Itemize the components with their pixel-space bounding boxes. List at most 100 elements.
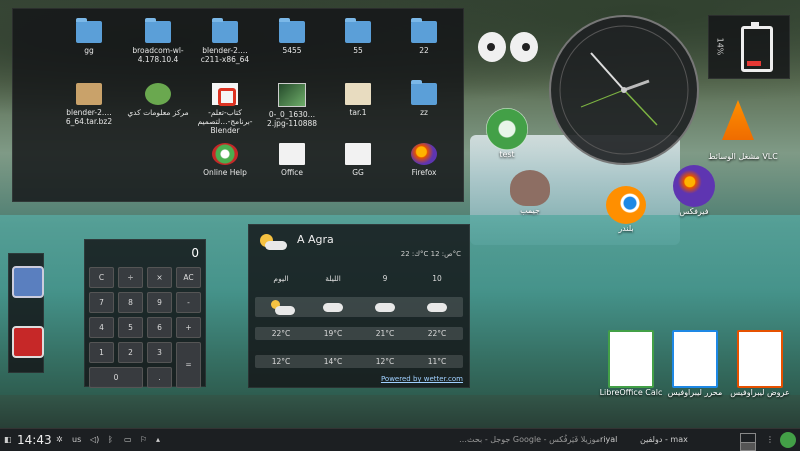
network-icon[interactable]: ✲	[56, 429, 63, 451]
weather-day-label: 10	[432, 274, 442, 283]
weather-provider-link[interactable]: Powered by wetter.com	[381, 375, 463, 383]
battery-widget[interactable]: 14%	[708, 15, 790, 79]
text-file-icon	[345, 143, 371, 165]
bluetooth-icon[interactable]: ᛒ	[108, 429, 113, 451]
image-icon	[278, 83, 306, 107]
folder-icon	[411, 18, 437, 43]
clock-minute-hand	[590, 52, 625, 91]
weather-high: 22°C	[427, 329, 447, 338]
session-widget	[8, 253, 44, 373]
desktop-item[interactable]: كتاب-تعلم-برنامج-…لتصميم-Blender	[194, 83, 256, 135]
lock-screen-button[interactable]	[12, 266, 44, 298]
desktop-item[interactable]: Online Help	[194, 143, 256, 177]
help-icon	[212, 143, 238, 165]
weather-today-info: ك: 22°C ص: 12°C	[400, 250, 461, 258]
weather-day-label: الليلة	[325, 274, 341, 283]
calc-key[interactable]: 4	[89, 317, 114, 338]
notifications-icon[interactable]: ⚐	[140, 429, 147, 451]
desktop-item[interactable]: 22	[393, 18, 455, 55]
desktop-icon-firefox[interactable]: فيرفكس	[664, 165, 724, 216]
task-riyal[interactable]: riyal	[600, 429, 617, 451]
task-firefox[interactable]: …جوجل - بحث Google - موزيلا فَيَرفُكس	[440, 429, 600, 451]
weather-low: 11°C	[427, 357, 447, 366]
battery-icon	[741, 22, 773, 72]
desktop-item[interactable]: tar.1	[327, 83, 389, 117]
cloudy-icon	[375, 303, 395, 312]
cloudy-icon	[323, 303, 343, 312]
taskbar: ◧ 14:43 ✲ us ◁) ᛒ ▭ ⚐ ▴ …جوجل - بحث Goog…	[0, 428, 800, 451]
calc-key-decimal[interactable]: .	[147, 367, 172, 388]
weather-low: 12°C	[375, 357, 395, 366]
weather-high: 22°C	[271, 329, 291, 338]
desktop-item[interactable]: Firefox	[393, 143, 455, 177]
calculator-display: 0	[191, 246, 199, 260]
calc-key-zero[interactable]: 0	[89, 367, 143, 388]
desktop-item[interactable]: 55	[327, 18, 389, 55]
writer-icon	[672, 330, 718, 388]
calc-key[interactable]: AC	[176, 267, 201, 288]
menu-dots-icon[interactable]: ⋮	[766, 429, 774, 451]
calc-key[interactable]: 5	[118, 317, 143, 338]
calc-key[interactable]: 3	[147, 342, 172, 363]
calc-key[interactable]: 8	[118, 292, 143, 313]
calc-key[interactable]: 2	[118, 342, 143, 363]
desktop-icon-gimp[interactable]: جيمب	[500, 170, 560, 215]
eye-right	[510, 32, 538, 62]
desktop-icon-libreoffice-writer[interactable]: محرر ليبراوفيس	[660, 330, 730, 397]
impress-icon	[737, 330, 783, 388]
calc-key[interactable]: ×	[147, 267, 172, 288]
desktop-item[interactable]: broadcom-wl-4.178.10.4	[127, 18, 189, 64]
tar-file-icon	[345, 83, 371, 105]
tray-expand-icon[interactable]: ▴	[156, 429, 160, 451]
document-icon	[279, 143, 305, 165]
desktop-item[interactable]: blender-2.…6_64.tar.bz2	[58, 83, 120, 126]
calc-key[interactable]: -	[176, 292, 201, 313]
desktop-item[interactable]: GG	[327, 143, 389, 177]
volume-icon[interactable]: ◁)	[90, 429, 99, 451]
weather-icons-row	[255, 297, 463, 317]
weather-highs-row: 22°C 19°C 21°C 22°C	[255, 327, 463, 340]
desktop-item[interactable]: مركز معلومات كدي	[127, 83, 189, 117]
desktop-item[interactable]: gg	[58, 18, 120, 55]
desktop-item[interactable]: blender-2.…c211-x86_64	[194, 18, 256, 64]
calc-key-equals[interactable]: =	[176, 342, 201, 388]
eyes-widget	[478, 32, 540, 62]
weather-city: A Agra	[297, 233, 334, 246]
taskbar-clock[interactable]: 14:43	[17, 429, 52, 451]
keyboard-layout[interactable]: us	[72, 429, 81, 451]
weather-widget: A Agra ك: 22°C ص: 12°C اليوم الليلة 9 10…	[248, 224, 470, 388]
desktop-icon-vlc-label[interactable]: مشغل الوسائط VLC	[693, 152, 793, 161]
calc-icon	[608, 330, 654, 388]
desktop-item[interactable]: 0-_0_1630…2.jpg-110888	[261, 83, 323, 128]
firefox-icon	[673, 165, 715, 207]
launcher-icon[interactable]: ◧	[4, 429, 14, 451]
clock-second-hand	[623, 89, 658, 126]
folder-icon	[345, 18, 371, 43]
calc-key[interactable]: +	[176, 317, 201, 338]
desktop-item[interactable]: zz	[393, 80, 455, 117]
calc-key[interactable]: 1	[89, 342, 114, 363]
calc-key[interactable]: ÷	[118, 267, 143, 288]
desktop-icon-libreoffice-calc[interactable]: LibreOffice Calc	[596, 330, 666, 397]
calc-key[interactable]: 6	[147, 317, 172, 338]
desktop-item[interactable]: 5455	[261, 18, 323, 55]
pdf-icon	[212, 83, 238, 106]
calc-key[interactable]: C	[89, 267, 114, 288]
desktop-icon-libreoffice-impress[interactable]: عروض ليبراوفيس	[722, 330, 798, 397]
power-status-icon[interactable]: ▭	[124, 429, 132, 451]
desktop-item[interactable]: Office	[261, 143, 323, 177]
clock-face	[559, 25, 689, 155]
task-dolphin[interactable]: دولفين - max	[640, 429, 688, 451]
weather-current-icon	[257, 231, 287, 251]
analog-clock-widget	[549, 15, 699, 165]
app-menu-icon[interactable]	[780, 432, 796, 448]
firefox-icon	[411, 143, 437, 165]
calc-key[interactable]: 7	[89, 292, 114, 313]
eye-left	[478, 32, 506, 62]
desktop-icon-blender[interactable]: بلندر	[596, 186, 656, 233]
calc-key[interactable]: 9	[147, 292, 172, 313]
desktop-icon-test[interactable]: test	[462, 108, 552, 159]
folder-icon	[279, 18, 305, 43]
gimp-icon	[510, 170, 550, 206]
power-button[interactable]	[12, 326, 44, 358]
